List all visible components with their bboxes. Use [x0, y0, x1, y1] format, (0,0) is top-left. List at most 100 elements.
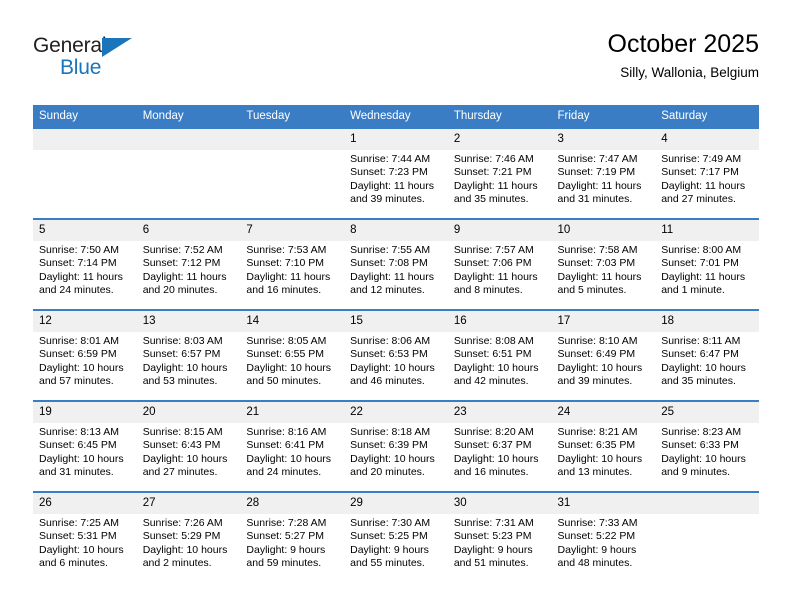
sunrise-text: Sunrise: 8:05 AM: [246, 335, 327, 347]
daylight-text-line1: Daylight: 10 hours: [39, 543, 124, 556]
sunrise-text: Sunrise: 8:11 AM: [661, 335, 741, 347]
day-number: 20: [136, 402, 241, 423]
calendar-day-cell: 1 Sunrise: 7:44 AM Sunset: 7:23 PM Dayli…: [344, 127, 448, 219]
daylight-text-line2: and 20 minutes.: [142, 284, 218, 297]
calendar-day-cell: 7 Sunrise: 7:53 AM Sunset: 7:10 PM Dayli…: [240, 218, 345, 310]
day-number: 10: [551, 220, 656, 241]
calendar-day-cell: 6 Sunrise: 7:52 AM Sunset: 7:12 PM Dayli…: [136, 218, 241, 310]
sunset-text: Sunset: 6:39 PM: [350, 439, 428, 452]
daylight-text-line1: Daylight: 10 hours: [246, 361, 332, 374]
page-subtitle: Silly, Wallonia, Belgium: [620, 65, 759, 80]
brand-logo: General Blue: [33, 34, 153, 82]
day-number: 14: [240, 311, 345, 332]
sunset-text: Sunset: 7:12 PM: [142, 257, 221, 270]
sunrise-text: Sunrise: 7:52 AM: [142, 244, 223, 256]
sunset-text: Sunset: 6:53 PM: [350, 348, 428, 361]
sunrise-text: Sunrise: 8:08 AM: [453, 335, 534, 347]
title-block: October 2025 Silly, Wallonia, Belgium: [608, 28, 760, 84]
calendar-day-cell: 8 Sunrise: 7:55 AM Sunset: 7:08 PM Dayli…: [344, 218, 448, 310]
calendar-day-cell: 16 Sunrise: 8:08 AM Sunset: 6:51 PM Dayl…: [447, 309, 552, 401]
weekday-header-saturday: Saturday: [655, 105, 759, 128]
sunrise-text: Sunrise: 7:33 AM: [557, 517, 638, 529]
sunrise-text: Sunrise: 8:03 AM: [142, 335, 223, 347]
sunrise-text: Sunrise: 7:49 AM: [661, 153, 742, 165]
daylight-text-line2: and 16 minutes.: [246, 284, 322, 297]
sunset-text: Sunset: 7:03 PM: [557, 257, 636, 270]
sunrise-text: Sunrise: 8:16 AM: [246, 426, 327, 438]
day-number: 2: [447, 129, 552, 150]
brand-name-primary: General: [33, 34, 107, 57]
calendar-day-cell: 29 Sunrise: 7:30 AM Sunset: 5:25 PM Dayl…: [344, 491, 448, 582]
daylight-text-line1: Daylight: 10 hours: [557, 361, 643, 374]
weekday-header-thursday: Thursday: [447, 105, 552, 128]
calendar-day-cell: 31 Sunrise: 7:33 AM Sunset: 5:22 PM Dayl…: [551, 491, 656, 582]
calendar-day-cell: 23 Sunrise: 8:20 AM Sunset: 6:37 PM Dayl…: [447, 400, 552, 492]
daylight-text-line1: Daylight: 10 hours: [661, 452, 746, 465]
daylight-text-line2: and 16 minutes.: [453, 466, 529, 479]
calendar-day-cell: 28 Sunrise: 7:28 AM Sunset: 5:27 PM Dayl…: [240, 491, 345, 582]
sunset-text: Sunset: 6:57 PM: [142, 348, 221, 361]
sunrise-text: Sunrise: 7:55 AM: [350, 244, 431, 256]
weekday-header-friday: Friday: [551, 105, 656, 128]
daylight-text-line2: and 35 minutes.: [453, 193, 529, 206]
triangle-icon: [102, 38, 132, 57]
day-number: 9: [447, 220, 552, 241]
calendar-day-cell: 13 Sunrise: 8:03 AM Sunset: 6:57 PM Dayl…: [136, 309, 241, 401]
daylight-text-line1: Daylight: 11 hours: [661, 270, 746, 283]
daylight-text-line1: Daylight: 10 hours: [39, 361, 124, 374]
calendar-day-cell: 22 Sunrise: 8:18 AM Sunset: 6:39 PM Dayl…: [344, 400, 448, 492]
weekday-header-wednesday: Wednesday: [344, 105, 448, 128]
daylight-text-line1: Daylight: 10 hours: [350, 452, 435, 465]
calendar-day-cell: 30 Sunrise: 7:31 AM Sunset: 5:23 PM Dayl…: [447, 491, 552, 582]
day-details: Sunrise: 8:13 AM Sunset: 6:45 PM Dayligh…: [33, 423, 137, 480]
sunrise-text: Sunrise: 7:46 AM: [453, 153, 534, 165]
calendar-day-cell: [33, 127, 137, 219]
day-details: Sunrise: 8:20 AM Sunset: 6:37 PM Dayligh…: [448, 423, 552, 480]
sunrise-text: Sunrise: 7:57 AM: [453, 244, 534, 256]
day-details: Sunrise: 8:21 AM Sunset: 6:35 PM Dayligh…: [552, 423, 656, 480]
daylight-text-line1: Daylight: 11 hours: [557, 270, 642, 283]
daylight-text-line2: and 24 minutes.: [39, 284, 114, 297]
daylight-text-line2: and 2 minutes.: [142, 557, 212, 570]
daylight-text-line1: Daylight: 10 hours: [350, 361, 435, 374]
day-number: 16: [447, 311, 552, 332]
calendar-week-row: 19 Sunrise: 8:13 AM Sunset: 6:45 PM Dayl…: [33, 400, 759, 492]
daylight-text-line1: Daylight: 11 hours: [453, 179, 538, 192]
page-title: October 2025: [607, 30, 760, 58]
day-number: 30: [447, 493, 552, 514]
day-details: Sunrise: 8:06 AM Sunset: 6:53 PM Dayligh…: [344, 332, 448, 389]
day-details: Sunrise: 7:44 AM Sunset: 7:23 PM Dayligh…: [344, 150, 448, 207]
weekday-header-tuesday: Tuesday: [240, 105, 345, 128]
calendar-page: General Blue October 2025 Silly, Walloni…: [0, 0, 792, 612]
calendar-day-cell: [240, 127, 345, 219]
weekday-header-monday: Monday: [136, 105, 241, 128]
daylight-text-line2: and 39 minutes.: [350, 193, 425, 206]
sunset-text: Sunset: 5:22 PM: [557, 530, 636, 543]
sunset-text: Sunset: 7:23 PM: [350, 166, 428, 179]
calendar-day-cell: 3 Sunrise: 7:47 AM Sunset: 7:19 PM Dayli…: [551, 127, 656, 219]
daylight-text-line2: and 31 minutes.: [557, 193, 633, 206]
daylight-text-line2: and 24 minutes.: [246, 466, 322, 479]
day-number: 8: [344, 220, 448, 241]
day-details: Sunrise: 8:05 AM Sunset: 6:55 PM Dayligh…: [240, 332, 344, 389]
sunrise-text: Sunrise: 7:47 AM: [557, 153, 638, 165]
daylight-text-line1: Daylight: 10 hours: [142, 543, 228, 556]
sunset-text: Sunset: 6:43 PM: [142, 439, 221, 452]
day-details: Sunrise: 8:18 AM Sunset: 6:39 PM Dayligh…: [344, 423, 448, 480]
sunrise-text: Sunrise: 7:31 AM: [453, 517, 534, 529]
day-details: Sunrise: 8:10 AM Sunset: 6:49 PM Dayligh…: [552, 332, 656, 389]
calendar-day-cell: 17 Sunrise: 8:10 AM Sunset: 6:49 PM Dayl…: [551, 309, 656, 401]
daylight-text-line2: and 5 minutes.: [557, 284, 627, 297]
day-number: 29: [344, 493, 448, 514]
daylight-text-line1: Daylight: 11 hours: [557, 179, 642, 192]
daylight-text-line2: and 27 minutes.: [142, 466, 218, 479]
daylight-text-line2: and 39 minutes.: [557, 375, 633, 388]
calendar-week-row: 26 Sunrise: 7:25 AM Sunset: 5:31 PM Dayl…: [33, 491, 759, 582]
calendar-week-row: 5 Sunrise: 7:50 AM Sunset: 7:14 PM Dayli…: [33, 218, 759, 310]
day-number: 31: [551, 493, 656, 514]
day-details: Sunrise: 8:16 AM Sunset: 6:41 PM Dayligh…: [240, 423, 344, 480]
sunrise-text: Sunrise: 7:25 AM: [39, 517, 119, 529]
sunrise-text: Sunrise: 7:53 AM: [246, 244, 327, 256]
page-header: General Blue October 2025 Silly, Walloni…: [33, 28, 759, 94]
daylight-text-line1: Daylight: 9 hours: [246, 543, 326, 556]
